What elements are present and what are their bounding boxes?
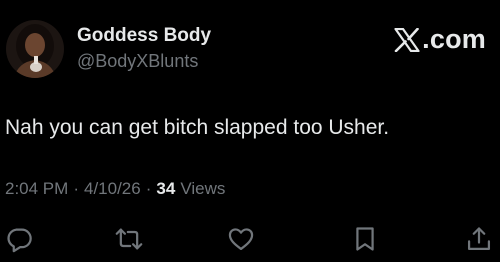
bookmark-button[interactable] — [348, 222, 382, 256]
x-logo-icon — [394, 27, 420, 52]
tweet-date[interactable]: 4/10/26 — [84, 179, 141, 199]
profile-photo — [6, 20, 64, 78]
tweet-time[interactable]: 2:04 PM — [5, 179, 68, 199]
action-bar — [0, 222, 500, 256]
brand-text: .com — [422, 24, 486, 54]
retweet-button[interactable] — [112, 222, 146, 256]
views-count: 34 — [156, 179, 176, 198]
tweet-text: Nah you can get bitch slapped too Usher. — [5, 116, 390, 139]
meta-separator: · — [145, 179, 152, 198]
views-label: Views — [180, 179, 226, 198]
share-icon — [467, 227, 491, 251]
author-handle[interactable]: @BodyXBlunts — [77, 51, 198, 72]
bookmark-icon — [356, 227, 374, 251]
avatar[interactable] — [6, 20, 64, 78]
author-display-name[interactable]: Goddess Body — [77, 25, 211, 47]
tweet-meta: 2:04 PM · 4/10/26 · 34 Views — [5, 179, 225, 199]
retweet-icon — [115, 228, 143, 250]
meta-separator: · — [73, 179, 79, 198]
reply-icon — [7, 228, 32, 253]
share-button[interactable] — [462, 222, 496, 256]
heart-icon — [228, 228, 254, 251]
like-button[interactable] — [224, 222, 258, 256]
reply-button[interactable] — [2, 222, 36, 256]
brand-logo[interactable]: .com — [394, 24, 486, 55]
